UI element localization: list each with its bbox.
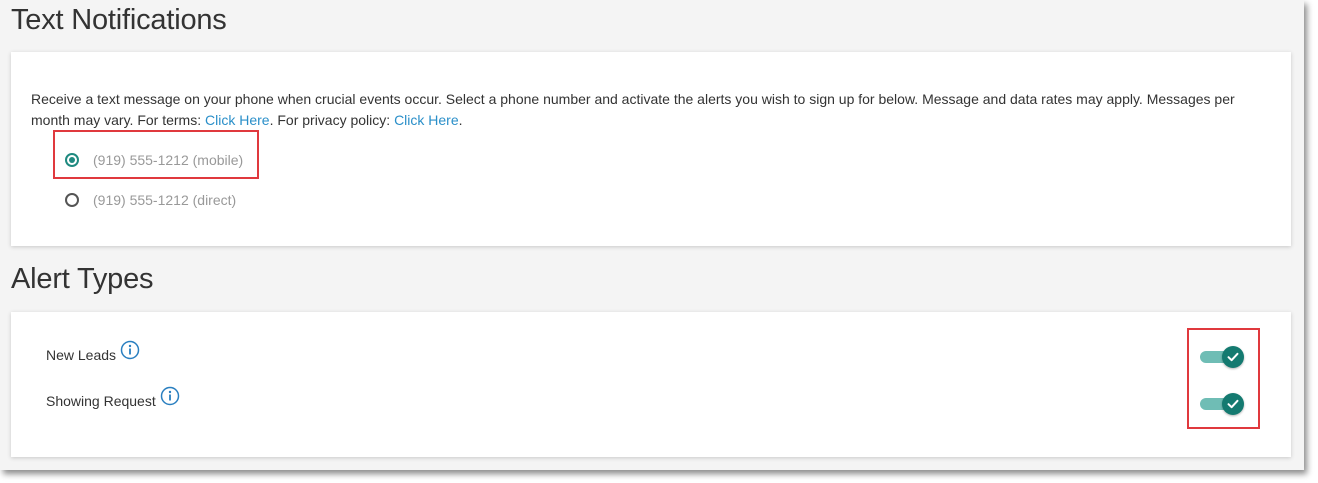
description-end: . bbox=[458, 112, 463, 128]
phone-option-direct[interactable]: (919) 555-1212 (direct) bbox=[65, 188, 236, 212]
page: Text Notifications Receive a text messag… bbox=[0, 0, 1304, 470]
terms-link[interactable]: Click Here bbox=[205, 112, 270, 128]
alert-types-card: New Leads Showing Request bbox=[11, 312, 1291, 457]
alert-label: Showing Request bbox=[46, 393, 156, 409]
phone-option-label: (919) 555-1212 (mobile) bbox=[93, 152, 244, 168]
alert-label: New Leads bbox=[46, 347, 117, 363]
toggle-knob bbox=[1222, 346, 1244, 368]
text-notifications-card: Receive a text message on your phone whe… bbox=[11, 52, 1291, 246]
section-title-alert-types: Alert Types bbox=[11, 263, 154, 295]
alert-row-showing-request: Showing Request bbox=[46, 386, 180, 409]
toggle-new-leads[interactable] bbox=[1198, 346, 1245, 368]
toggle-showing-request[interactable] bbox=[1198, 393, 1245, 415]
phone-option-mobile[interactable]: (919) 555-1212 (mobile) bbox=[65, 148, 243, 172]
radio-selected-icon[interactable] bbox=[65, 153, 79, 167]
info-icon[interactable] bbox=[160, 386, 180, 406]
phone-option-label: (919) 555-1212 (direct) bbox=[93, 192, 237, 208]
description-privacy-text: . For privacy policy: bbox=[269, 112, 395, 128]
section-title-text-notifications: Text Notifications bbox=[11, 4, 227, 36]
alert-row-new-leads: New Leads bbox=[46, 340, 140, 363]
check-icon bbox=[1227, 399, 1239, 409]
toggle-knob bbox=[1222, 393, 1244, 415]
notifications-description: Receive a text message on your phone whe… bbox=[31, 89, 1271, 131]
info-icon[interactable] bbox=[120, 340, 140, 360]
check-icon bbox=[1227, 352, 1239, 362]
radio-unselected-icon[interactable] bbox=[65, 193, 79, 207]
privacy-policy-link[interactable]: Click Here bbox=[394, 112, 459, 128]
